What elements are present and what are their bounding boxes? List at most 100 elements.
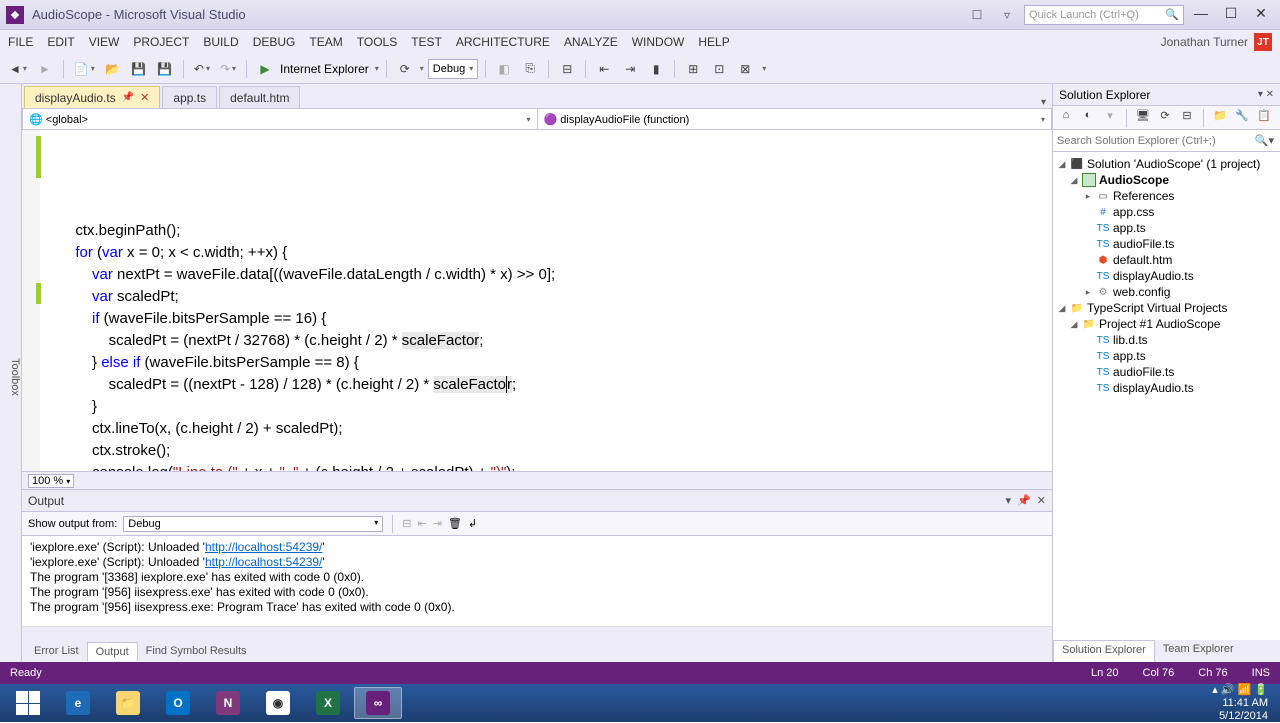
menu-window[interactable]: WINDOW	[632, 35, 685, 49]
menu-architecture[interactable]: ARCHITECTURE	[456, 35, 550, 49]
notifications-icon[interactable]: ▿	[994, 5, 1020, 25]
sol-home-icon[interactable]: ⌂	[1057, 109, 1075, 127]
show-output-label: Show output from:	[28, 518, 117, 530]
taskbar-outlook[interactable]: O	[154, 687, 202, 719]
taskbar-onenote[interactable]: N	[204, 687, 252, 719]
menu-analyze[interactable]: ANALYZE	[564, 35, 618, 49]
menu-help[interactable]: HELP	[698, 35, 729, 49]
tab-default[interactable]: default.htm	[219, 86, 300, 108]
output-panel: Output ▾ 📌 ✕ Show output from: Debug ⊟ ⇤…	[22, 489, 1052, 640]
output-close-icon[interactable]: ✕	[1037, 494, 1046, 507]
sol-sync-icon[interactable]: 🖥	[1134, 109, 1152, 127]
user-name[interactable]: Jonathan Turner	[1161, 35, 1248, 49]
member-dropdown[interactable]: 🟣 displayAudioFile (function)	[538, 109, 1052, 129]
new-project-button[interactable]: 📄	[71, 58, 98, 80]
code-editor[interactable]: ctx.beginPath(); for (var x = 0; x < c.w…	[22, 130, 1052, 471]
status-ln: Ln 20	[1091, 667, 1119, 679]
menu-project[interactable]: PROJECT	[133, 35, 189, 49]
solution-search-input[interactable]	[1053, 133, 1249, 149]
maximize-button[interactable]: ☐	[1218, 5, 1244, 25]
tb-icon-8[interactable]: ⊡	[708, 58, 730, 80]
menu-build[interactable]: BUILD	[203, 35, 238, 49]
tb-icon-3[interactable]: ⊟	[556, 58, 578, 80]
toolbox-tab[interactable]: Toolbox	[0, 84, 22, 662]
taskbar-explorer[interactable]: 📁	[104, 687, 152, 719]
tab-output[interactable]: Output	[87, 642, 138, 661]
output-source-dropdown[interactable]: Debug	[123, 516, 383, 532]
tab-app[interactable]: app.ts	[162, 86, 217, 108]
quick-launch-input[interactable]: Quick Launch (Ctrl+Q) 🔍	[1024, 5, 1184, 25]
menu-edit[interactable]: EDIT	[47, 35, 74, 49]
status-col: Col 76	[1143, 667, 1175, 679]
taskbar-excel[interactable]: X	[304, 687, 352, 719]
sol-collapse-icon[interactable]: ⊟	[1178, 109, 1196, 127]
output-tool-4[interactable]: 🗑	[448, 517, 462, 530]
sol-back-icon[interactable]: ◐	[1079, 109, 1097, 127]
window-title: AudioScope - Microsoft Visual Studio	[32, 7, 246, 22]
output-tool-2[interactable]: ⇤	[418, 517, 427, 530]
tab-error-list[interactable]: Error List	[26, 642, 87, 660]
tb-icon-4[interactable]: ⇤	[593, 58, 615, 80]
save-button[interactable]: 💾	[128, 58, 150, 80]
back-button[interactable]: ◄	[6, 58, 30, 80]
taskbar-ie[interactable]: e	[54, 687, 102, 719]
menu-test[interactable]: TEST	[411, 35, 442, 49]
output-text[interactable]: 'iexplore.exe' (Script): Unloaded 'http:…	[22, 536, 1052, 626]
scope-dropdown[interactable]: 🌐 <global>	[23, 109, 538, 129]
sol-properties-icon[interactable]: 🔧	[1233, 109, 1251, 127]
sol-preview-icon[interactable]: 📋	[1255, 109, 1273, 127]
menu-team[interactable]: TEAM	[309, 35, 342, 49]
open-button[interactable]: 📂	[102, 58, 124, 80]
pin-icon[interactable]: 📌	[122, 92, 134, 103]
tb-icon-1[interactable]: ◧	[493, 58, 515, 80]
status-ins: INS	[1252, 667, 1270, 679]
menu-view[interactable]: VIEW	[89, 35, 120, 49]
output-dropdown-icon[interactable]: ▾	[1006, 494, 1012, 507]
start-button[interactable]	[4, 687, 52, 719]
forward-button[interactable]: ►	[34, 58, 56, 80]
minimize-button[interactable]: —	[1188, 5, 1214, 25]
config-dropdown[interactable]: Debug	[428, 59, 478, 79]
tb-icon-5[interactable]: ⇥	[619, 58, 641, 80]
menu-tools[interactable]: TOOLS	[357, 35, 397, 49]
tb-icon-7[interactable]: ⊞	[682, 58, 704, 80]
solution-explorer-title: Solution Explorer	[1059, 88, 1150, 102]
zoom-dropdown[interactable]: 100 %	[28, 474, 74, 488]
zoom-bar: 100 %	[22, 471, 1052, 489]
system-tray[interactable]: ▴ 🔊 📶 🔋 11:41 AM5/12/2014	[1212, 684, 1276, 723]
close-tab-icon[interactable]: ✕	[140, 91, 149, 104]
output-pin-icon[interactable]: 📌	[1017, 494, 1031, 507]
redo-button[interactable]: ↷	[217, 58, 239, 80]
tab-find-symbol[interactable]: Find Symbol Results	[138, 642, 255, 660]
sol-showall-icon[interactable]: 📁	[1211, 109, 1229, 127]
tb-icon-2[interactable]: ⎘	[519, 58, 541, 80]
output-scrollbar[interactable]	[22, 626, 1052, 640]
run-target-label[interactable]: Internet Explorer	[280, 62, 369, 76]
output-tool-1[interactable]: ⊟	[402, 517, 411, 530]
status-ch: Ch 76	[1198, 667, 1227, 679]
menu-debug[interactable]: DEBUG	[253, 35, 296, 49]
user-avatar[interactable]: JT	[1254, 33, 1272, 51]
undo-button[interactable]: ↶	[191, 58, 213, 80]
tb-icon-9[interactable]: ⊠	[734, 58, 756, 80]
tb-icon-6[interactable]: ▮	[645, 58, 667, 80]
save-all-button[interactable]: 💾	[154, 58, 176, 80]
output-tool-3[interactable]: ⇥	[433, 517, 442, 530]
sol-refresh-icon[interactable]: ⟳	[1156, 109, 1174, 127]
tab-overflow-icon[interactable]: ▾	[1035, 97, 1052, 108]
output-tool-5[interactable]: ↲	[468, 517, 477, 530]
solution-search[interactable]: 🔍▾	[1053, 130, 1280, 152]
feedback-icon[interactable]: ☐	[964, 5, 990, 25]
menu-bar: FILE EDIT VIEW PROJECT BUILD DEBUG TEAM …	[0, 30, 1280, 54]
start-debug-button[interactable]: ▶	[254, 58, 276, 80]
taskbar-chrome[interactable]: ◉	[254, 687, 302, 719]
browser-refresh-button[interactable]: ⟳	[394, 58, 416, 80]
menu-file[interactable]: FILE	[8, 35, 33, 49]
taskbar-vs[interactable]: ∞	[354, 687, 402, 719]
close-button[interactable]: ✕	[1248, 5, 1274, 25]
tab-solution-explorer[interactable]: Solution Explorer	[1053, 640, 1155, 662]
title-bar: AudioScope - Microsoft Visual Studio ☐ ▿…	[0, 0, 1280, 30]
tab-displayaudio[interactable]: displayAudio.ts 📌 ✕	[24, 86, 160, 108]
tab-team-explorer[interactable]: Team Explorer	[1155, 640, 1242, 662]
solution-tree[interactable]: ◢⬛Solution 'AudioScope' (1 project) ◢Aud…	[1053, 152, 1280, 640]
